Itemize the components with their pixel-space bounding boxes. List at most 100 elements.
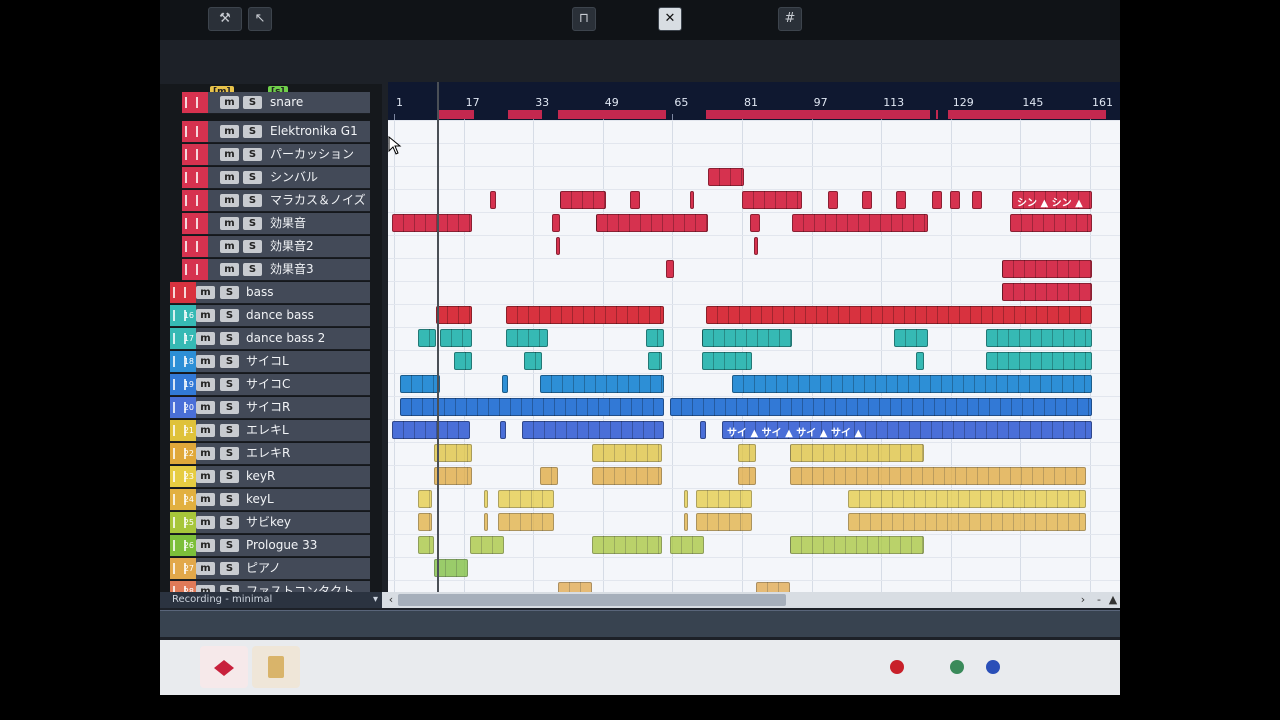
midi-clip[interactable] (706, 306, 1092, 324)
midi-clip[interactable] (392, 421, 470, 439)
solo-button[interactable]: S (243, 171, 262, 184)
mute-button[interactable]: m (196, 562, 215, 575)
midi-clip[interactable] (696, 490, 752, 508)
midi-clip[interactable] (1002, 260, 1092, 278)
midi-clip[interactable] (732, 375, 1092, 393)
midi-clip[interactable] (950, 191, 960, 209)
midi-clip[interactable] (848, 513, 1086, 531)
midi-clip[interactable] (670, 398, 1092, 416)
solo-button[interactable]: S (220, 286, 239, 299)
track-row[interactable]: m Ssnare (182, 92, 370, 114)
midi-clip[interactable] (1002, 283, 1092, 301)
network-icon[interactable] (950, 660, 964, 674)
midi-clip[interactable] (434, 559, 468, 577)
mute-button[interactable]: m (220, 125, 239, 138)
midi-clip[interactable] (702, 352, 752, 370)
mute-button[interactable]: m (196, 309, 215, 322)
midi-clip[interactable] (434, 444, 472, 462)
status-preset[interactable]: Recording - minimal ▾ (160, 592, 382, 608)
solo-button[interactable]: S (220, 309, 239, 322)
midi-clip[interactable] (932, 191, 942, 209)
midi-clip[interactable] (470, 536, 504, 554)
track-row[interactable]: 19 m S サイコC (170, 374, 370, 396)
track-row[interactable]: 22 m S エレキR (170, 443, 370, 465)
midi-clip[interactable] (524, 352, 542, 370)
midi-clip[interactable] (592, 536, 662, 554)
midi-clip[interactable] (454, 352, 472, 370)
mute-button[interactable]: m (196, 286, 215, 299)
mute-button[interactable]: m (220, 148, 239, 161)
marker-region[interactable] (438, 110, 474, 119)
solo-button[interactable]: S (243, 125, 262, 138)
marker-region[interactable] (508, 110, 542, 119)
tools-icon[interactable]: ⚒ (208, 7, 242, 31)
scroll-thumb[interactable] (398, 594, 786, 606)
midi-clip[interactable]: シン ▲ シン ▲ (1012, 191, 1092, 209)
midi-clip[interactable] (560, 191, 606, 209)
midi-clip[interactable] (742, 191, 802, 209)
midi-clip[interactable] (684, 490, 688, 508)
zoom-out-icon[interactable]: - (1092, 593, 1106, 607)
midi-clip[interactable] (708, 168, 744, 186)
midi-clip[interactable] (684, 513, 688, 531)
close-tool-icon[interactable]: ✕ (658, 7, 682, 31)
midi-clip[interactable] (418, 490, 432, 508)
mute-button[interactable]: m (196, 424, 215, 437)
midi-clip[interactable] (556, 237, 560, 255)
midi-clip[interactable] (1010, 214, 1092, 232)
marker-region[interactable] (936, 110, 938, 119)
mute-button[interactable]: m (196, 539, 215, 552)
midi-clip[interactable] (862, 191, 872, 209)
track-row[interactable]: 28 m S ファストコンタクト (170, 581, 370, 592)
mute-button[interactable]: m (196, 493, 215, 506)
midi-clip[interactable] (502, 375, 508, 393)
solo-button[interactable]: S (243, 96, 262, 109)
mute-button[interactable]: m (196, 378, 215, 391)
help-icon[interactable] (986, 660, 1000, 674)
midi-clip[interactable] (646, 329, 664, 347)
track-row[interactable]: m S パーカッション (182, 144, 370, 166)
midi-clip[interactable] (648, 352, 662, 370)
mute-button[interactable]: m (196, 355, 215, 368)
midi-clip[interactable] (418, 329, 436, 347)
track-row[interactable]: m S 効果音 (182, 213, 370, 235)
midi-clip[interactable] (436, 306, 472, 324)
mute-button[interactable]: m (220, 240, 239, 253)
midi-clip[interactable] (700, 421, 706, 439)
midi-clip[interactable] (500, 421, 506, 439)
midi-clip[interactable] (596, 214, 708, 232)
mute-button[interactable]: m (196, 470, 215, 483)
marker-region[interactable] (948, 110, 1106, 119)
mute-button[interactable]: m (220, 171, 239, 184)
solo-button[interactable]: S (243, 240, 262, 253)
midi-clip[interactable] (986, 352, 1092, 370)
mute-button[interactable]: m (196, 401, 215, 414)
solo-button[interactable]: S (220, 355, 239, 368)
solo-button[interactable]: S (220, 378, 239, 391)
solo-button[interactable]: S (243, 194, 262, 207)
midi-clip[interactable] (738, 444, 756, 462)
chevron-down-icon[interactable]: ▾ (373, 592, 378, 608)
zoom-in-icon[interactable]: ▲ (1106, 593, 1120, 607)
midi-clip[interactable] (506, 329, 548, 347)
mute-button[interactable]: m (196, 332, 215, 345)
record-icon[interactable] (890, 660, 904, 674)
midi-clip[interactable] (702, 329, 792, 347)
track-row[interactable]: 23 m SkeyR (170, 466, 370, 488)
midi-clip[interactable] (972, 191, 982, 209)
solo-button[interactable]: S (220, 493, 239, 506)
solo-button[interactable]: S (220, 562, 239, 575)
midi-clip[interactable] (666, 260, 674, 278)
midi-clip[interactable] (440, 329, 472, 347)
scroll-right-icon[interactable]: › (1076, 593, 1090, 607)
track-row[interactable]: 21 m S エレキL (170, 420, 370, 442)
solo-button[interactable]: S (243, 148, 262, 161)
midi-clip[interactable] (750, 214, 760, 232)
midi-clip[interactable] (690, 191, 694, 209)
midi-clip[interactable] (392, 214, 472, 232)
playhead[interactable] (437, 82, 439, 592)
midi-clip[interactable] (434, 467, 472, 485)
track-row[interactable]: m S 効果音2 (182, 236, 370, 258)
track-row[interactable]: 16 m Sdance bass (170, 305, 370, 327)
midi-clip[interactable] (696, 513, 752, 531)
